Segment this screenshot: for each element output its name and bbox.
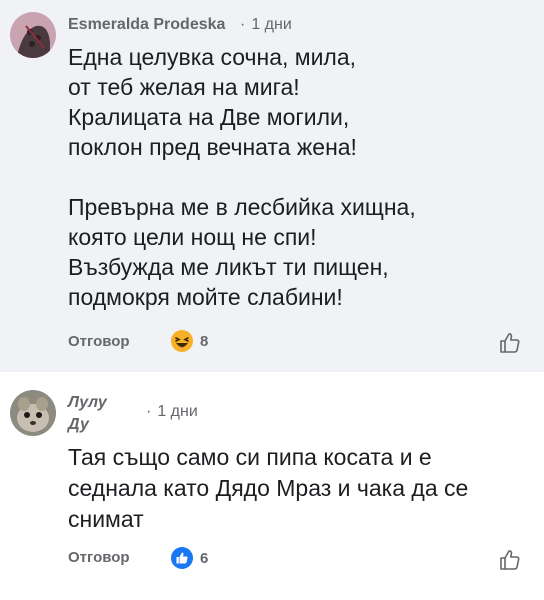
reply-button[interactable]: Отговор [68,549,130,566]
reaction-summary[interactable]: 6 [170,546,208,570]
reaction-count: 8 [200,332,209,350]
comment-author[interactable]: Esmeralda Prodeska [68,16,225,34]
reaction-summary[interactable]: 8 [170,329,208,353]
reaction-count: 6 [200,549,209,567]
like-outline-icon[interactable] [498,548,522,572]
avatar-image [10,390,56,436]
comment-item: Esmeralda Prodeska · 1 дни Една целувка с… [0,0,544,372]
comment-text: Тая също само си пипа косата и е седнала… [68,444,469,532]
avatar-image [10,12,56,58]
avatar[interactable] [10,390,56,436]
like-icon [171,547,193,569]
comment-time: · 1 дни [146,403,198,420]
reply-button[interactable]: Отговор [68,333,130,350]
haha-emoji-icon [171,330,193,352]
like-outline-icon[interactable] [498,331,522,355]
comment-time: · 1 дни [240,16,292,33]
comment-text: Една целувка сочна, мила, от теб желая н… [68,44,416,310]
comment-author[interactable]: Лулу Ду [68,392,122,436]
comment-item: Лулу Ду · 1 дни Тая също само си пипа кос… [0,372,544,600]
avatar[interactable] [10,12,56,58]
